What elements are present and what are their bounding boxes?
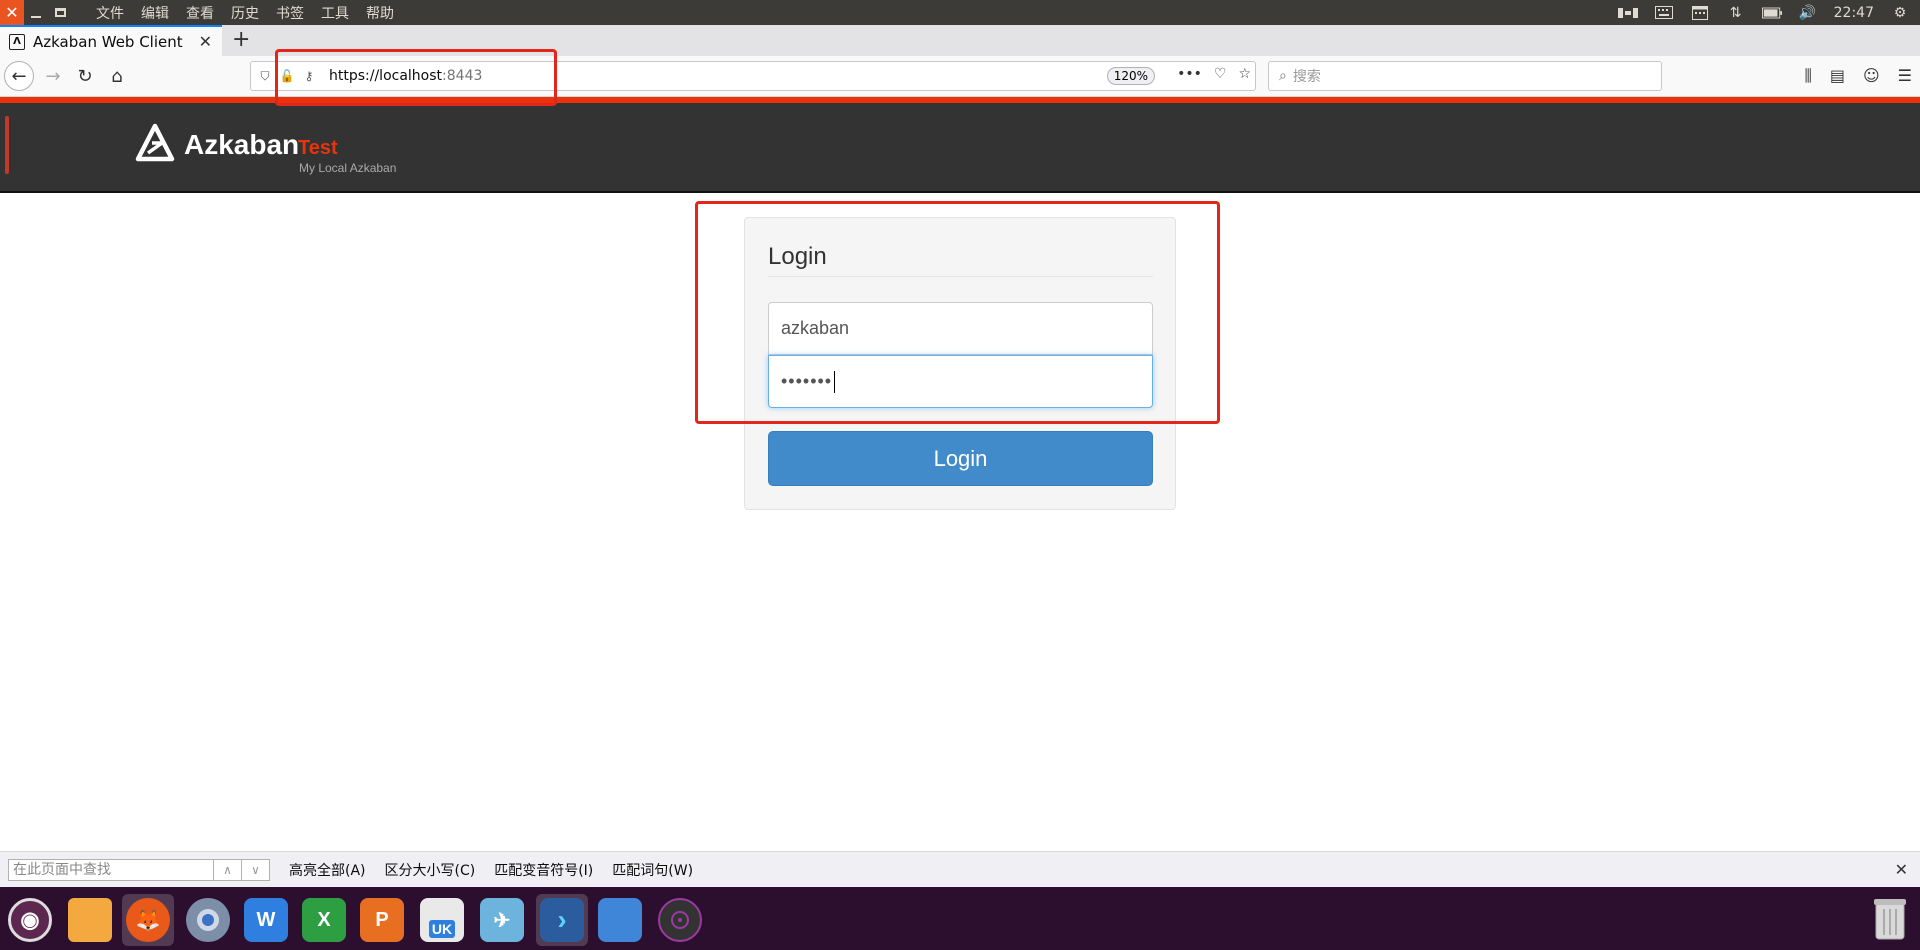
find-previous-icon[interactable]: ∧ [214,858,242,881]
search-placeholder: 搜索 [1292,69,1321,85]
url-annotation-box [275,49,557,106]
terminal-icon[interactable]: › [536,894,588,946]
azkaban-subtitle: My Local Azkaban [299,161,397,175]
chromium-icon[interactable] [182,894,234,946]
impress-icon[interactable]: P [356,894,408,946]
tab-close-icon[interactable]: ✕ [199,32,212,51]
azkaban-brand-name[interactable]: Azkaban [184,129,299,161]
disk-icon[interactable] [654,894,706,946]
battery-icon[interactable] [1761,6,1782,20]
files-icon[interactable] [64,894,116,946]
forward-arrow-icon[interactable]: → [38,61,68,91]
search-bar[interactable]: ⌕ 搜索 [1268,61,1662,91]
sidebar-icon[interactable]: ▤ [1830,66,1845,86]
match-diacritics-option[interactable]: 匹配变音符号(I) [494,860,593,880]
app-menu: 文件 编辑 查看 历史 书签 工具 帮助 [88,3,403,23]
match-case-option[interactable]: 区分大小写(C) [385,860,476,880]
tab-azkaban[interactable]: Λ Azkaban Web Client ✕ [0,25,222,56]
network-icon[interactable] [1617,6,1638,20]
back-arrow-icon[interactable]: ← [4,61,34,91]
find-next-icon[interactable]: ∨ [242,858,270,881]
menu-help[interactable]: 帮助 [358,3,403,23]
account-icon[interactable]: ☺ [1863,66,1880,86]
system-top-panel: ✕ 文件 编辑 查看 历史 书签 工具 帮助 ⇅ 🔊 22:47 ⚙ [0,0,1920,25]
home-icon[interactable]: ⌂ [102,61,132,91]
tab-title: Azkaban Web Client [33,32,183,51]
find-close-icon[interactable]: ✕ [1895,860,1908,879]
window-close-icon[interactable]: ✕ [0,0,24,25]
clock[interactable]: 22:47 [1834,5,1874,21]
tracking-shield-icon[interactable]: ⛉ [257,69,273,84]
pocket-icon[interactable]: ♡ [1214,66,1227,82]
window-maximize-icon[interactable] [48,0,72,25]
header-edge-marker [5,116,9,174]
menu-tools[interactable]: 工具 [313,3,358,23]
find-bar: 在此页面中查找 ∧ ∨ 高亮全部(A) 区分大小写(C) 匹配变音符号(I) 匹… [0,851,1920,887]
page-actions-icon[interactable]: ••• [1177,66,1202,82]
software-center-icon[interactable]: UK [416,894,468,946]
menu-edit[interactable]: 编辑 [133,3,178,23]
volume-icon[interactable]: 🔊 [1798,5,1818,21]
menu-file[interactable]: 文件 [88,3,133,23]
login-button[interactable]: Login [768,431,1153,486]
writer-icon[interactable]: W [240,894,292,946]
trash-icon[interactable] [1872,895,1908,941]
window-minimize-icon[interactable] [24,0,48,25]
bookmark-star-icon[interactable]: ☆ [1238,66,1251,82]
ubuntu-icon[interactable]: ◉ [4,894,56,946]
login-annotation-box [695,201,1220,424]
azkaban-header: Azkaban Test My Local Azkaban [0,103,1920,193]
menu-view[interactable]: 查看 [178,3,223,23]
system-tray: ⇅ 🔊 22:47 ⚙ [1617,0,1920,25]
azkaban-favicon-icon: Λ [9,33,25,50]
azkaban-logo-icon[interactable] [135,123,175,163]
transfer-arrows-icon[interactable]: ⇅ [1726,5,1746,21]
calc-icon[interactable]: X [298,894,350,946]
firefox-icon[interactable]: 🦊 [122,894,174,946]
new-tab-plus-icon[interactable]: + [232,27,250,52]
workspace-icon[interactable] [594,894,646,946]
zoom-level-badge[interactable]: 120% [1106,67,1155,85]
calendar-icon[interactable] [1690,6,1710,20]
azkaban-env-name: Test [298,137,338,159]
keyboard-icon[interactable] [1654,6,1674,20]
menu-bookmarks[interactable]: 书签 [268,3,313,23]
reload-icon[interactable]: ↻ [70,61,100,91]
gear-icon[interactable]: ⚙ [1890,5,1910,21]
search-icon: ⌕ [1279,68,1287,84]
find-input[interactable]: 在此页面中查找 [8,858,214,881]
library-icon[interactable]: ⫼ [1804,66,1811,86]
highlight-all-option[interactable]: 高亮全部(A) [289,860,366,880]
screenshot-icon[interactable]: ✈ [476,894,528,946]
toolbar-right: ⫼ ▤ ☺ ☰ [1804,66,1912,86]
menu-history[interactable]: 历史 [223,3,268,23]
whole-words-option[interactable]: 匹配词句(W) [612,860,693,880]
hamburger-menu-icon[interactable]: ☰ [1898,66,1912,86]
dock: ◉ 🦊 W X P UK ✈ › [0,887,1920,950]
